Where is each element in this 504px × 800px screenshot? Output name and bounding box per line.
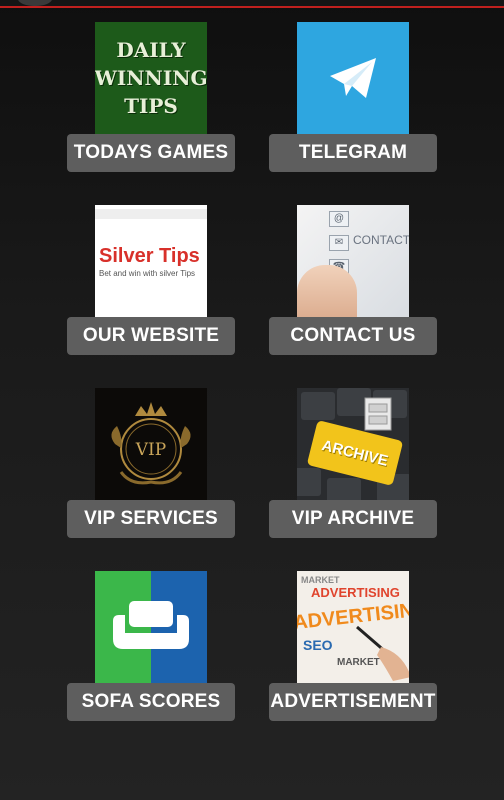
pen-hand-icon [356, 625, 409, 681]
advertisement-button[interactable]: ADVERTISEMENT [269, 683, 437, 721]
our-website-button[interactable]: OUR WEBSITE [67, 317, 235, 355]
tile-vip-archive[interactable]: ARCHIVE VIP ARCHIVE [269, 388, 437, 538]
telegram-button[interactable]: TELEGRAM [269, 134, 437, 172]
sofa-scores-button[interactable]: SOFA SCORES [67, 683, 235, 721]
envelope-icon: ✉ [329, 235, 349, 251]
keyboard-key [301, 392, 335, 420]
keyboard-key [327, 478, 361, 500]
thumb-text-line: WINNING [95, 66, 207, 90]
vip-emblem-text: VIP [135, 440, 166, 460]
contact-us-button[interactable]: CONTACT US [269, 317, 437, 355]
browser-bar [95, 209, 207, 219]
vip-archive-button[interactable]: VIP ARCHIVE [269, 500, 437, 538]
thumb-text-line: TIPS [124, 94, 178, 118]
avatar [18, 0, 52, 6]
collage-word: MARKET [301, 575, 340, 585]
tile-todays-games[interactable]: DAILY WINNING TIPS TODAYS GAMES [67, 22, 235, 172]
sofascore-logo-image [95, 571, 207, 683]
tile-contact-us[interactable]: @ ✉ ☎ CONTACT CONTACT US [269, 205, 437, 355]
keyboard-key [297, 468, 321, 496]
tile-vip-services[interactable]: VIP VIP SERVICES [67, 388, 235, 538]
contact-word: CONTACT [353, 233, 409, 247]
advertising-collage-image: MARKET ADVERTISING ADVERTISING SEO MARKE… [297, 571, 409, 683]
file-cabinet-icon [364, 397, 392, 431]
tile-sofa-scores[interactable]: SOFA SCORES [67, 571, 235, 721]
top-status-bar [0, 0, 504, 8]
archive-key-text: ARCHIVE [320, 436, 390, 470]
silver-tips-tagline: Bet and win with silver Tips [99, 269, 196, 278]
hand-graphic [297, 265, 357, 317]
silver-tips-image: Silver Tips Bet and win with silver Tips [95, 205, 207, 317]
tile-advertisement[interactable]: MARKET ADVERTISING ADVERTISING SEO MARKE… [269, 571, 437, 721]
collage-word: ADVERTISING [311, 585, 400, 600]
collage-word: SEO [303, 637, 333, 653]
daily-winning-tips-image: DAILY WINNING TIPS [95, 22, 207, 134]
paper-plane-icon [330, 58, 376, 98]
vip-emblem-image: VIP [95, 388, 207, 500]
tile-telegram[interactable]: TELEGRAM [269, 22, 437, 172]
sofa-icon [113, 601, 189, 649]
contact-image: @ ✉ ☎ CONTACT [297, 205, 409, 317]
tile-our-website[interactable]: Silver Tips Bet and win with silver Tips… [67, 205, 235, 355]
silver-tips-title: Silver Tips [99, 245, 200, 267]
thumb-text-line: DAILY [116, 38, 186, 62]
vip-services-button[interactable]: VIP SERVICES [67, 500, 235, 538]
todays-games-button[interactable]: TODAYS GAMES [67, 134, 235, 172]
telegram-image [297, 22, 409, 134]
at-sign-icon: @ [329, 211, 349, 227]
archive-keyboard-image: ARCHIVE [297, 388, 409, 500]
crown-emblem-icon: VIP [111, 402, 191, 485]
